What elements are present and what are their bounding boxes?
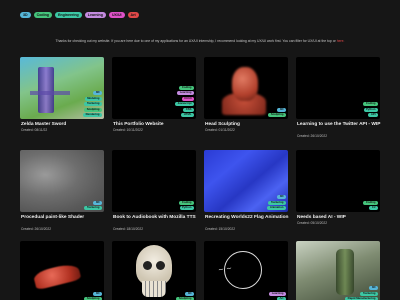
card-tag: Learning [269,291,286,296]
project-card[interactable]: Coding C# Needs based AI - WIP Created: 05/… [296,150,380,234]
card-tag: Sculpting [268,112,286,117]
intro-note-link[interactable]: here. [337,39,345,43]
project-thumbnail[interactable]: Coding Python API [296,57,380,119]
filter-chip-engineering[interactable]: Engineering [54,12,82,18]
card-tag-list: Coding C# [363,200,378,210]
project-thumbnail[interactable]: 3D Modeling Texturing Sculpting Rendering [20,57,104,119]
filter-chip-ux-ui[interactable]: UX/UI [108,12,125,18]
card-tag-list: 3D Modeling Texturing Sculpting Rendering [83,90,102,117]
card-tag: Javascript [175,101,194,106]
project-card[interactable]: ~ ~ Learning Art [204,241,288,300]
card-tag: Texturing [268,200,286,205]
card-tag: HTML [181,112,194,117]
card-tag: 3D [93,291,102,296]
project-thumbnail[interactable]: Coding Python [112,150,196,212]
project-card[interactable]: 3D Sculpting [20,241,104,300]
tag-filter-bar: 3D Coding Engineering Learning UX/UI Art [20,12,139,18]
card-tag: Modeling [84,96,102,101]
project-card[interactable]: Coding Python API Learning to use the Twitt… [296,57,380,141]
card-date: Created: 10/11/2022 [113,128,143,133]
card-tag: Texturing [84,101,102,106]
card-date: Created: 05/10/2022 [297,221,328,226]
card-tag: Rendering [83,112,102,117]
card-title[interactable]: Head Sculpting [205,122,289,128]
card-title[interactable]: Learning to use the Twitter API - WIP [297,122,381,128]
card-tag-list: Coding Python API [363,101,378,117]
card-tag-list: 3D Texturing [84,200,102,210]
card-date: Created: 08/11/22 [21,128,48,133]
filter-chip-learning[interactable]: Learning [84,12,106,18]
card-title[interactable]: Needs based AI - WIP [297,215,381,221]
card-title[interactable]: Procedual paint-like Shader [21,215,105,221]
card-tag-list: 3D Texturing Rapid Manufacturing [345,285,378,300]
project-thumbnail[interactable]: 3D Texturing Animation [204,150,288,212]
project-card[interactable]: 3D Texturing Procedual paint-like Shader Cr… [20,150,104,234]
filter-chip-3d[interactable]: 3D [20,12,31,18]
project-thumbnail[interactable]: 3D Sculpting [204,57,288,119]
project-thumbnail[interactable]: Coding Learning UX/UI Javascript CSS HTML [112,57,196,119]
card-date: Created: 26/10/2022 [21,226,52,231]
card-tag: 3D [369,285,378,290]
card-tag: Texturing [84,205,102,210]
card-date: Created: 26/10/2022 [297,133,328,138]
card-title[interactable]: Zelda Master Sword [21,122,105,128]
card-date: Created: 01/11/2022 [205,128,235,133]
project-card[interactable]: 3D Sculpting [112,241,196,300]
card-tag: 3D [185,291,194,296]
card-tag: 3D [93,90,102,95]
card-tag-list: Learning Art [269,291,286,300]
card-tag: 3D [277,194,286,199]
card-title[interactable]: Recreating Worlds22 Flag Animation [205,215,289,221]
card-tag: Coding [179,200,194,205]
card-tag: Learning [177,90,194,95]
project-card[interactable]: Coding Python Book to Audiobook with Mozil… [112,150,196,234]
card-date: Created: 15/10/2022 [205,226,236,231]
intro-note-text: Thanks for checking out my website. If y… [55,39,336,43]
card-tag: Sculpting [84,107,102,112]
card-tag: Coding [179,85,194,90]
card-tag: API [368,112,378,117]
card-tag: Animation [267,205,286,210]
card-tag-list: Coding Learning UX/UI Javascript CSS HTML [175,85,194,117]
card-title[interactable]: This Portfolio Website [113,122,197,128]
project-thumbnail[interactable]: 3D Sculpting [112,241,196,300]
project-thumbnail[interactable]: 3D Texturing Rapid Manufacturing [296,241,380,300]
project-thumbnail[interactable]: Coding C# [296,150,380,212]
filter-chip-art[interactable]: Art [127,12,139,18]
card-tag-list: 3D Texturing Animation [267,194,286,210]
project-card[interactable]: 3D Texturing Rapid Manufacturing [296,241,380,300]
card-tag-list: Coding Python [179,200,194,210]
card-tag: CSS [183,107,194,112]
card-tag: Python [179,205,194,210]
card-tag-list: 3D Sculpting [84,291,102,300]
card-tag: Coding [363,101,378,106]
card-title[interactable]: Book to Audiobook with Mozilla TTS [113,215,197,221]
card-tag: Coding [363,200,378,205]
card-tag: UX/UI [181,96,194,101]
project-card[interactable]: 3D Sculpting Head Sculpting Created: 01/11/… [204,57,288,141]
card-tag: 3D [277,107,286,112]
card-date: Created: 18/10/2022 [113,226,144,231]
card-tag-list: 3D Sculpting [176,291,194,300]
project-thumbnail[interactable]: 3D Sculpting [20,241,104,300]
card-tag: C# [369,205,378,210]
project-card[interactable]: Coding Learning UX/UI Javascript CSS HTML This… [112,57,196,141]
card-tag: 3D [93,200,102,205]
project-card[interactable]: 3D Modeling Texturing Sculpting Rendering Zel… [20,57,104,141]
card-tag: Texturing [360,291,378,296]
card-tag-list: 3D Sculpting [268,107,286,117]
project-card[interactable]: 3D Texturing Animation Recreating Worlds22 … [204,150,288,234]
intro-note: Thanks for checking out my website. If y… [0,39,400,43]
card-tag: Python [363,107,378,112]
project-thumbnail[interactable]: 3D Texturing [20,150,104,212]
project-thumbnail[interactable]: ~ ~ Learning Art [204,241,288,300]
filter-chip-coding[interactable]: Coding [33,12,52,18]
